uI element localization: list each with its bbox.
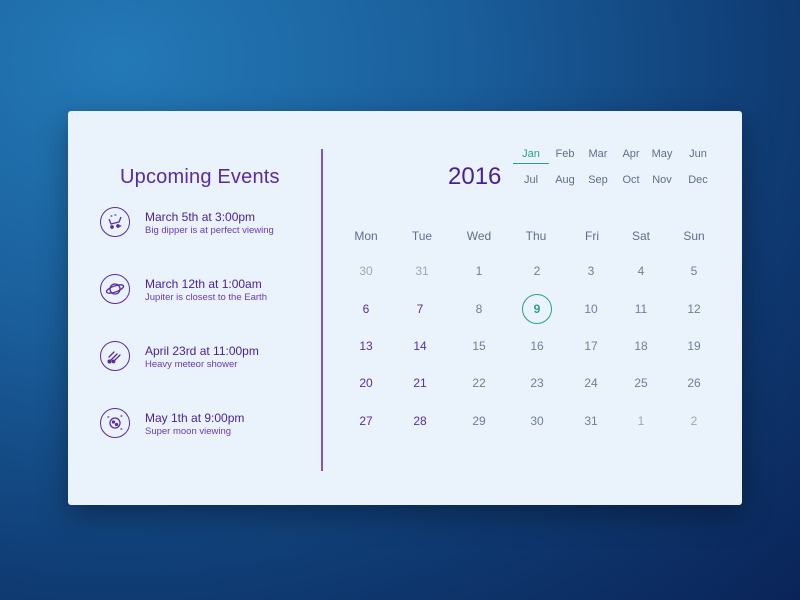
weekday-thu: Thu (525, 229, 547, 243)
day-cell[interactable]: 25 (623, 368, 659, 398)
month-dec[interactable]: Dec (680, 174, 716, 189)
day-cell[interactable]: 12 (676, 294, 712, 324)
event-item[interactable]: March 5th at 3:00pm Big dipper is at per… (100, 207, 330, 247)
upcoming-events-title: Upcoming Events (120, 166, 280, 188)
day-cell[interactable]: 27 (348, 406, 384, 436)
event-item[interactable]: April 23rd at 11:00pm Heavy meteor showe… (100, 341, 330, 381)
month-may[interactable]: May (644, 148, 680, 163)
weekday-fri: Fri (585, 229, 599, 243)
day-cell[interactable]: 11 (623, 294, 659, 324)
moon-icon (100, 408, 130, 438)
month-nov[interactable]: Nov (644, 174, 680, 189)
weekday-sat: Sat (631, 229, 650, 243)
day-cell[interactable]: 10 (573, 294, 609, 324)
event-description: Big dipper is at perfect viewing (145, 225, 274, 236)
day-cell[interactable]: 21 (402, 368, 438, 398)
day-cell[interactable]: 31 (404, 256, 440, 286)
calendar-card: Upcoming Events March 5th at 3:00pm Big … (68, 111, 742, 505)
day-cell[interactable]: 1 (461, 256, 497, 286)
month-sep[interactable]: Sep (580, 174, 616, 189)
day-cell[interactable]: 28 (402, 406, 438, 436)
month-selector: Jan Feb Mar Apr May Jun Jul Aug Sep Oct … (513, 147, 723, 207)
telescope-icon (100, 207, 130, 237)
day-cell[interactable]: 6 (348, 294, 384, 324)
event-title: May 1th at 9:00pm (145, 411, 245, 425)
day-cell[interactable]: 17 (573, 331, 609, 361)
day-cell[interactable]: 19 (676, 331, 712, 361)
day-cell[interactable]: 30 (519, 406, 555, 436)
day-cell[interactable]: 2 (519, 256, 555, 286)
event-title: March 5th at 3:00pm (145, 210, 256, 224)
weekday-wed: Wed (466, 229, 492, 243)
weekday-tue: Tue (411, 229, 433, 243)
day-cell[interactable]: 31 (573, 406, 609, 436)
day-cell[interactable]: 23 (519, 368, 555, 398)
day-cell[interactable]: 16 (519, 331, 555, 361)
day-cell[interactable]: 26 (676, 368, 712, 398)
day-cell[interactable]: 13 (348, 331, 384, 361)
planet-icon (100, 274, 130, 304)
weekday-sun: Sun (683, 229, 705, 243)
day-cell[interactable]: 14 (402, 331, 438, 361)
day-cell[interactable]: 24 (573, 368, 609, 398)
day-cell[interactable]: 7 (402, 294, 438, 324)
weekday-mon: Mon (354, 229, 378, 243)
day-cell[interactable]: 5 (676, 256, 712, 286)
panel-divider (321, 149, 323, 471)
meteor-icon (100, 341, 130, 371)
event-item[interactable]: May 1th at 9:00pm Super moon viewing (100, 408, 330, 448)
month-jun[interactable]: Jun (680, 148, 716, 163)
event-title: April 23rd at 11:00pm (145, 344, 259, 358)
day-cell-today[interactable]: 9 (522, 294, 552, 324)
day-cell[interactable]: 20 (348, 368, 384, 398)
day-cell[interactable]: 8 (461, 294, 497, 324)
day-cell[interactable]: 18 (623, 331, 659, 361)
event-description: Heavy meteor shower (145, 359, 238, 370)
day-cell[interactable]: 22 (461, 368, 497, 398)
day-cell[interactable]: 3 (573, 256, 609, 286)
month-feb[interactable]: Feb (547, 148, 583, 163)
day-cell[interactable]: 2 (676, 406, 712, 436)
day-cell[interactable]: 30 (348, 256, 384, 286)
year-label: 2016 (448, 163, 502, 190)
day-cell[interactable]: 4 (623, 256, 659, 286)
month-jan[interactable]: Jan (513, 148, 549, 164)
event-description: Super moon viewing (145, 426, 232, 437)
day-cell[interactable]: 29 (461, 406, 497, 436)
month-jul[interactable]: Jul (513, 174, 549, 189)
event-description: Jupiter is closest to the Earth (145, 292, 267, 303)
event-title: March 12th at 1:00am (145, 277, 262, 291)
month-aug[interactable]: Aug (547, 174, 583, 189)
day-cell[interactable]: 15 (461, 331, 497, 361)
event-item[interactable]: March 12th at 1:00am Jupiter is closest … (100, 274, 330, 314)
day-cell[interactable]: 1 (623, 406, 659, 436)
month-mar[interactable]: Mar (580, 148, 616, 163)
